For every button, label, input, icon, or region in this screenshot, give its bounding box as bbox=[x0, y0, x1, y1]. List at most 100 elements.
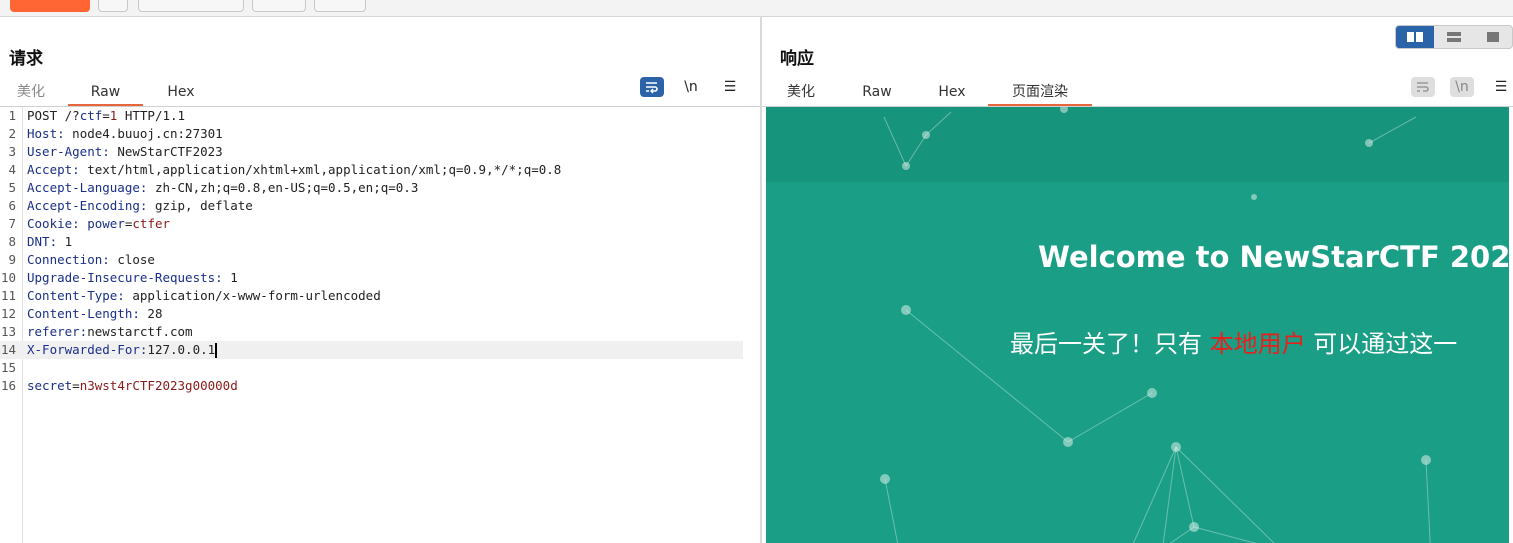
header-key: Accept-Language: bbox=[27, 180, 148, 195]
code-text: Accept: text/html,application/xhtml+xml,… bbox=[27, 161, 561, 179]
code-line[interactable]: 10 Upgrade-Insecure-Requests: 1 bbox=[0, 269, 743, 287]
header-key: DNT: bbox=[27, 234, 58, 249]
code-text: secret=n3wst4rCTF2023g00000d bbox=[27, 377, 238, 395]
tab-hex[interactable]: Hex bbox=[152, 81, 210, 105]
header-key: Host: bbox=[27, 126, 65, 141]
line-number: 7 bbox=[8, 216, 16, 231]
word-wrap-icon[interactable] bbox=[640, 77, 664, 97]
header-key: User-Agent: bbox=[27, 144, 110, 159]
line-number: 3 bbox=[8, 144, 16, 159]
code-token: 127.0.0.1 bbox=[147, 342, 216, 357]
code-text: Accept-Encoding: gzip, deflate bbox=[27, 197, 253, 215]
code-token: = bbox=[102, 108, 110, 123]
top-toolbar bbox=[0, 0, 1513, 17]
code-token: NewStarCTF2023 bbox=[109, 144, 223, 159]
code-line[interactable]: 1 POST /?ctf=1 HTTP/1.1 bbox=[0, 107, 743, 125]
header-key: Cookie: bbox=[27, 216, 80, 231]
word-wrap-icon[interactable] bbox=[1411, 77, 1435, 97]
horizontal-view-icon[interactable] bbox=[1435, 26, 1473, 48]
line-number: 10 bbox=[0, 270, 16, 285]
code-text: Content-Length: 28 bbox=[27, 305, 162, 323]
local-user-highlight: 本地用户 bbox=[1209, 330, 1306, 358]
newline-toggle-icon[interactable]: \n bbox=[1450, 77, 1474, 97]
hamburger-menu-icon[interactable]: ☰ bbox=[718, 77, 742, 97]
code-line[interactable]: 3 User-Agent: NewStarCTF2023 bbox=[0, 143, 743, 161]
text-cursor bbox=[215, 343, 218, 358]
notice-text-after: 可以通过这一 bbox=[1305, 330, 1458, 358]
single-view-icon[interactable] bbox=[1474, 26, 1512, 48]
tab-pretty[interactable]: 美化 bbox=[2, 81, 60, 105]
line-number: 1 bbox=[8, 108, 16, 123]
send-button[interactable] bbox=[10, 0, 90, 12]
line-number: 11 bbox=[0, 288, 16, 303]
toolbar-button[interactable] bbox=[138, 0, 244, 12]
header-key: Accept-Encoding: bbox=[27, 198, 148, 213]
tab-raw[interactable]: Raw bbox=[68, 81, 143, 106]
code-token: zh-CN,zh;q=0.8,en-US;q=0.5,en;q=0.3 bbox=[147, 180, 419, 195]
tab-render[interactable]: 页面渲染 bbox=[988, 81, 1092, 106]
code-token: text/html,application/xhtml+xml,applicat… bbox=[79, 162, 562, 177]
code-line[interactable]: 2 Host: node4.buuoj.cn:27301 bbox=[0, 125, 743, 143]
code-token: newstarctf.com bbox=[87, 324, 193, 339]
code-line[interactable]: 7 Cookie: power=ctfer bbox=[0, 215, 743, 233]
header-key: ctf bbox=[79, 108, 103, 123]
code-token: HTTP/1.1 bbox=[117, 108, 186, 123]
line-number: 15 bbox=[0, 360, 16, 375]
line-number: 9 bbox=[8, 252, 16, 267]
line-number: 6 bbox=[8, 198, 16, 213]
request-editor[interactable]: 1 POST /?ctf=1 HTTP/1.1 2 Host: node4.buuoj… bbox=[0, 107, 743, 543]
header-key: power bbox=[87, 216, 125, 231]
tab-pretty[interactable]: 美化 bbox=[772, 81, 830, 105]
request-title: 请求 bbox=[9, 49, 43, 69]
view-layout-switch bbox=[1395, 25, 1513, 49]
header-key: X-Forwarded-For: bbox=[27, 342, 148, 357]
line-number: 14 bbox=[0, 342, 16, 357]
code-token: gzip, deflate bbox=[147, 198, 253, 213]
line-number: 2 bbox=[8, 126, 16, 141]
code-text: Content-Type: application/x-www-form-url… bbox=[27, 287, 381, 305]
line-number: 4 bbox=[8, 162, 16, 177]
code-text: User-Agent: NewStarCTF2023 bbox=[27, 143, 223, 161]
line-number: 13 bbox=[0, 324, 16, 339]
param-value: n3wst4rCTF2023g00000d bbox=[79, 378, 238, 393]
code-token: node4.buuoj.cn:27301 bbox=[64, 126, 223, 141]
code-token: = bbox=[72, 378, 80, 393]
header-key: Content-Type: bbox=[27, 288, 125, 303]
code-text: DNT: 1 bbox=[27, 233, 72, 251]
code-text: POST /?ctf=1 HTTP/1.1 bbox=[27, 107, 185, 125]
code-line[interactable]: 16 secret=n3wst4rCTF2023g00000d bbox=[0, 377, 743, 395]
code-text: Connection: close bbox=[27, 251, 155, 269]
code-line[interactable]: 13 referer:newstarctf.com bbox=[0, 323, 743, 341]
newline-toggle-icon[interactable]: \n bbox=[679, 77, 703, 97]
code-token: close bbox=[109, 252, 155, 267]
code-token: 28 bbox=[139, 306, 163, 321]
code-text: referer:newstarctf.com bbox=[27, 323, 193, 341]
code-line[interactable]: 15 bbox=[0, 359, 743, 377]
toolbar-button[interactable] bbox=[314, 0, 366, 12]
hamburger-menu-icon[interactable]: ☰ bbox=[1489, 77, 1513, 97]
code-line[interactable]: 14 X-Forwarded-For:127.0.0.1 bbox=[0, 341, 743, 359]
code-line[interactable]: 11 Content-Type: application/x-www-form-u… bbox=[0, 287, 743, 305]
code-token: 1 bbox=[222, 270, 238, 285]
code-line[interactable]: 6 Accept-Encoding: gzip, deflate bbox=[0, 197, 743, 215]
tab-hex[interactable]: Hex bbox=[923, 81, 981, 105]
notice-text-before: 最后一关了！只有 bbox=[1010, 330, 1210, 358]
header-key: referer: bbox=[27, 324, 88, 339]
split-view-icon[interactable] bbox=[1396, 26, 1434, 48]
header-key: Content-Length: bbox=[27, 306, 140, 321]
header-key: Connection: bbox=[27, 252, 110, 267]
response-title: 响应 bbox=[780, 49, 814, 69]
code-line[interactable]: 9 Connection: close bbox=[0, 251, 743, 269]
line-number: 12 bbox=[0, 306, 16, 321]
param-value: ctfer bbox=[132, 216, 171, 231]
code-text: Cookie: power=ctfer bbox=[27, 215, 170, 233]
toolbar-button[interactable] bbox=[252, 0, 306, 12]
tab-raw[interactable]: Raw bbox=[848, 81, 906, 105]
code-line[interactable]: 8 DNT: 1 bbox=[0, 233, 743, 251]
header-key: Accept: bbox=[27, 162, 80, 177]
code-line[interactable]: 5 Accept-Language: zh-CN,zh;q=0.8,en-US;q… bbox=[0, 179, 743, 197]
code-line[interactable]: 12 Content-Length: 28 bbox=[0, 305, 743, 323]
code-line[interactable]: 4 Accept: text/html,application/xhtml+xml… bbox=[0, 161, 743, 179]
toolbar-button[interactable] bbox=[98, 0, 128, 12]
header-key: Upgrade-Insecure-Requests: bbox=[27, 270, 223, 285]
